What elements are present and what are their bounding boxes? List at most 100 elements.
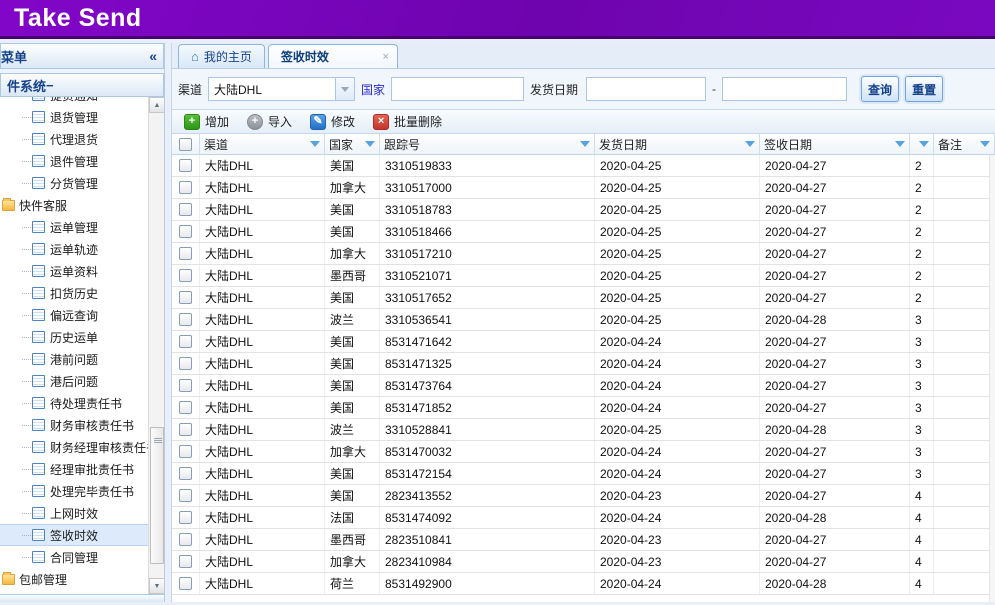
filter-arrow-icon[interactable] xyxy=(980,141,990,147)
sidebar-item-运单轨迹[interactable]: 运单轨迹 xyxy=(0,238,164,260)
sidebar-item-财务经理审核责任书[interactable]: 财务经理审核责任书 xyxy=(0,436,164,458)
sidebar-item-待处理责任书[interactable]: 待处理责任书 xyxy=(0,392,164,414)
table-row[interactable]: 大陆DHL法国85314740922020-04-242020-04-284 xyxy=(172,507,995,529)
table-row[interactable]: 大陆DHL墨西哥33105210712020-04-252020-04-272 xyxy=(172,265,995,287)
scroll-down-icon[interactable]: ▼ xyxy=(149,578,164,594)
minimize-section-icon[interactable]: − xyxy=(46,78,54,93)
row-checkbox[interactable] xyxy=(179,467,192,480)
sidebar-bottom-panel[interactable] xyxy=(0,594,164,602)
sidebar-scrollbar[interactable]: ▲ ▼ xyxy=(148,97,164,594)
table-row[interactable]: 大陆DHL美国33105184662020-04-252020-04-272 xyxy=(172,221,995,243)
table-row[interactable]: 大陆DHL波兰33105365412020-04-252020-04-283 xyxy=(172,309,995,331)
row-checkbox[interactable] xyxy=(179,335,192,348)
column-header-跟踪号[interactable]: 跟踪号 xyxy=(380,134,595,154)
row-checkbox[interactable] xyxy=(179,357,192,370)
row-checkbox[interactable] xyxy=(179,577,192,590)
grid-scrollbar-track[interactable] xyxy=(989,155,995,602)
sidebar-item-签收时效[interactable]: 签收时效 xyxy=(0,524,164,546)
table-row[interactable]: 大陆DHL波兰33105288412020-04-252020-04-283 xyxy=(172,419,995,441)
row-checkbox[interactable] xyxy=(179,181,192,194)
scrollbar-thumb[interactable] xyxy=(150,427,164,564)
table-row[interactable]: 大陆DHL美国85314737642020-04-242020-04-273 xyxy=(172,375,995,397)
row-checkbox[interactable] xyxy=(179,511,192,524)
import-button[interactable]: + 导入 xyxy=(240,110,299,133)
date-from-input[interactable] xyxy=(586,77,706,101)
table-row[interactable]: 大陆DHL美国28234135522020-04-232020-04-274 xyxy=(172,485,995,507)
column-header-渠道[interactable]: 渠道 xyxy=(200,134,325,154)
close-icon[interactable]: × xyxy=(364,51,388,63)
filter-arrow-icon[interactable] xyxy=(919,141,929,147)
sidebar-item-历史运单[interactable]: 历史运单 xyxy=(0,326,164,348)
column-header-签收日期[interactable]: 签收日期 xyxy=(760,134,910,154)
reset-button[interactable]: 重置 xyxy=(905,76,943,102)
row-checkbox[interactable] xyxy=(179,269,192,282)
select-all-checkbox[interactable] xyxy=(179,138,192,151)
table-row[interactable]: 大陆DHL加拿大28234109842020-04-232020-04-274 xyxy=(172,551,995,573)
column-header-发货日期[interactable]: 发货日期 xyxy=(595,134,760,154)
row-checkbox[interactable] xyxy=(179,159,192,172)
sidebar-item-财务审核责任书[interactable]: 财务审核责任书 xyxy=(0,414,164,436)
sidebar-item-退件管理[interactable]: 退件管理 xyxy=(0,150,164,172)
sidebar-item-处理完毕责任书[interactable]: 处理完毕责任书 xyxy=(0,480,164,502)
sidebar-item-合同管理[interactable]: 合同管理 xyxy=(0,546,164,568)
column-header-国家[interactable]: 国家 xyxy=(325,134,380,154)
chevron-down-icon[interactable] xyxy=(335,78,354,100)
row-checkbox[interactable] xyxy=(179,203,192,216)
table-row[interactable]: 大陆DHL荷兰85314929002020-04-242020-04-284 xyxy=(172,573,995,595)
row-checkbox[interactable] xyxy=(179,313,192,326)
sidebar-item-快件客服[interactable]: 快件客服 xyxy=(0,194,164,216)
filter-arrow-icon[interactable] xyxy=(365,141,375,147)
sidebar-item-提货通知[interactable]: 提货通知 xyxy=(0,97,164,106)
sidebar-item-退货管理[interactable]: 退货管理 xyxy=(0,106,164,128)
collapse-sidebar-icon[interactable]: « xyxy=(149,48,157,64)
sidebar-item-运单管理[interactable]: 运单管理 xyxy=(0,216,164,238)
table-row[interactable]: 大陆DHL加拿大85314700322020-04-242020-04-273 xyxy=(172,441,995,463)
row-checkbox[interactable] xyxy=(179,291,192,304)
row-checkbox[interactable] xyxy=(179,445,192,458)
sidebar-item-包邮管理[interactable]: 包邮管理 xyxy=(0,568,164,590)
filter-arrow-icon[interactable] xyxy=(745,141,755,147)
table-row[interactable]: 大陆DHL美国85314718522020-04-242020-04-273 xyxy=(172,397,995,419)
row-checkbox[interactable] xyxy=(179,379,192,392)
table-row[interactable]: 大陆DHL加拿大33105172102020-04-252020-04-272 xyxy=(172,243,995,265)
sidebar-item-代理退货[interactable]: 代理退货 xyxy=(0,128,164,150)
table-row[interactable]: 大陆DHL美国33105176522020-04-252020-04-272 xyxy=(172,287,995,309)
table-row[interactable]: 大陆DHL加拿大33105170002020-04-252020-04-272 xyxy=(172,177,995,199)
row-checkbox[interactable] xyxy=(179,555,192,568)
sidebar-item-经理审批责任书[interactable]: 经理审批责任书 xyxy=(0,458,164,480)
row-checkbox[interactable] xyxy=(179,423,192,436)
table-row[interactable]: 大陆DHL美国33105187832020-04-252020-04-272 xyxy=(172,199,995,221)
filter-arrow-icon[interactable] xyxy=(580,141,590,147)
table-row[interactable]: 大陆DHL美国85314721542020-04-242020-04-273 xyxy=(172,463,995,485)
sidebar-item-偏远查询[interactable]: 偏远查询 xyxy=(0,304,164,326)
filter-arrow-icon[interactable] xyxy=(310,141,320,147)
channel-select[interactable]: 大陆DHL xyxy=(208,77,355,101)
column-header-days[interactable] xyxy=(910,134,934,154)
row-checkbox[interactable] xyxy=(179,533,192,546)
tab-sign-time[interactable]: 签收时效 × xyxy=(268,44,398,68)
row-checkbox[interactable] xyxy=(179,489,192,502)
sidebar-item-分货管理[interactable]: 分货管理 xyxy=(0,172,164,194)
sidebar-item-运单资料[interactable]: 运单资料 xyxy=(0,260,164,282)
row-checkbox[interactable] xyxy=(179,247,192,260)
sidebar-item-港前问题[interactable]: 港前问题 xyxy=(0,348,164,370)
date-to-input[interactable] xyxy=(722,77,847,101)
add-button[interactable]: + 增加 xyxy=(177,110,236,133)
table-row[interactable]: 大陆DHL美国85314716422020-04-242020-04-273 xyxy=(172,331,995,353)
sidebar-item-扣货历史[interactable]: 扣货历史 xyxy=(0,282,164,304)
scroll-up-icon[interactable]: ▲ xyxy=(149,97,164,113)
column-header-备注[interactable]: 备注 xyxy=(934,134,995,154)
row-checkbox[interactable] xyxy=(179,225,192,238)
edit-button[interactable]: ✎ 修改 xyxy=(303,110,362,133)
sidebar-item-港后问题[interactable]: 港后问题 xyxy=(0,370,164,392)
table-row[interactable]: 大陆DHL美国33105198332020-04-252020-04-272 xyxy=(172,155,995,177)
row-checkbox[interactable] xyxy=(179,401,192,414)
table-row[interactable]: 大陆DHL美国85314713252020-04-242020-04-273 xyxy=(172,353,995,375)
table-row[interactable]: 大陆DHL墨西哥28235108412020-04-232020-04-274 xyxy=(172,529,995,551)
country-input[interactable] xyxy=(391,77,524,101)
tab-home[interactable]: ⌂ 我的主页 xyxy=(178,44,265,68)
sidebar-section-header[interactable]: 件系统 − xyxy=(0,73,164,97)
batch-delete-button[interactable]: × 批量删除 xyxy=(366,110,449,133)
filter-arrow-icon[interactable] xyxy=(895,141,905,147)
sidebar-item-上网时效[interactable]: 上网时效 xyxy=(0,502,164,524)
